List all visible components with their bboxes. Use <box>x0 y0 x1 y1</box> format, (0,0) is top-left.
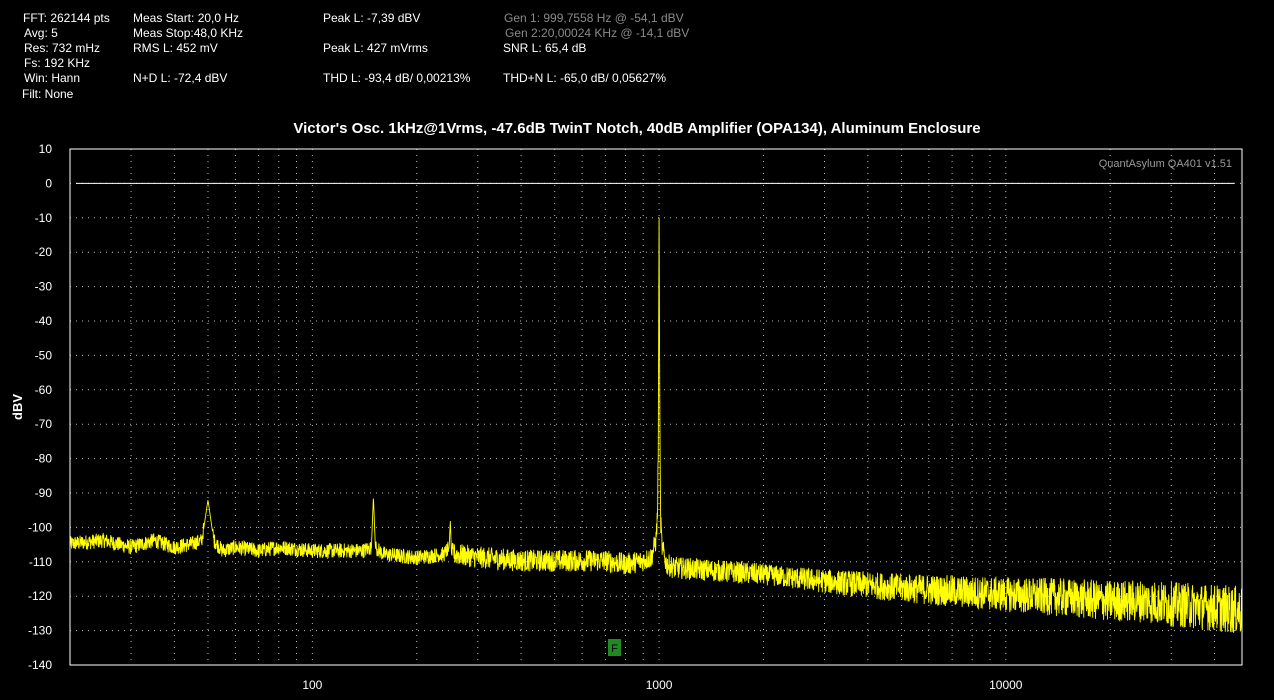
grid-layer <box>70 149 1242 665</box>
x-tick-label: 10000 <box>989 678 1023 692</box>
y-tick-label: -40 <box>35 314 53 328</box>
x-tick-label: 100 <box>302 678 322 692</box>
frequency-marker[interactable]: F <box>608 639 621 656</box>
y-tick-label: -80 <box>35 452 53 466</box>
trace-layer <box>69 217 1243 633</box>
y-tick-label: -50 <box>35 348 53 362</box>
y-tick-label: 10 <box>39 142 53 156</box>
y-tick-label: -70 <box>35 417 53 431</box>
y-tick-label: -140 <box>28 658 52 672</box>
y-tick-label: -10 <box>35 211 53 225</box>
y-tick-label: 0 <box>45 176 52 190</box>
y-axis-label: dBV <box>10 394 25 420</box>
watermark: QuantAsylum QA401 v1.51 <box>1099 158 1232 170</box>
y-tick-label: -30 <box>35 280 53 294</box>
y-tick-label: -100 <box>28 520 52 534</box>
y-tick-label: -130 <box>28 624 52 638</box>
spectrum-plot: 100-10-20-30-40-50-60-70-80-90-100-110-1… <box>10 142 1243 692</box>
y-tick-label: -60 <box>35 383 53 397</box>
spectrum-trace <box>69 217 1243 633</box>
y-tick-label: -120 <box>28 589 52 603</box>
plot-frame <box>69 148 1243 666</box>
x-tick-label: 1000 <box>646 678 673 692</box>
tick-labels: 100-10-20-30-40-50-60-70-80-90-100-110-1… <box>28 142 1023 692</box>
y-tick-label: -110 <box>29 555 52 569</box>
y-tick-label: -90 <box>35 486 53 500</box>
marker-label: F <box>611 643 618 655</box>
y-tick-label: -20 <box>35 245 53 259</box>
